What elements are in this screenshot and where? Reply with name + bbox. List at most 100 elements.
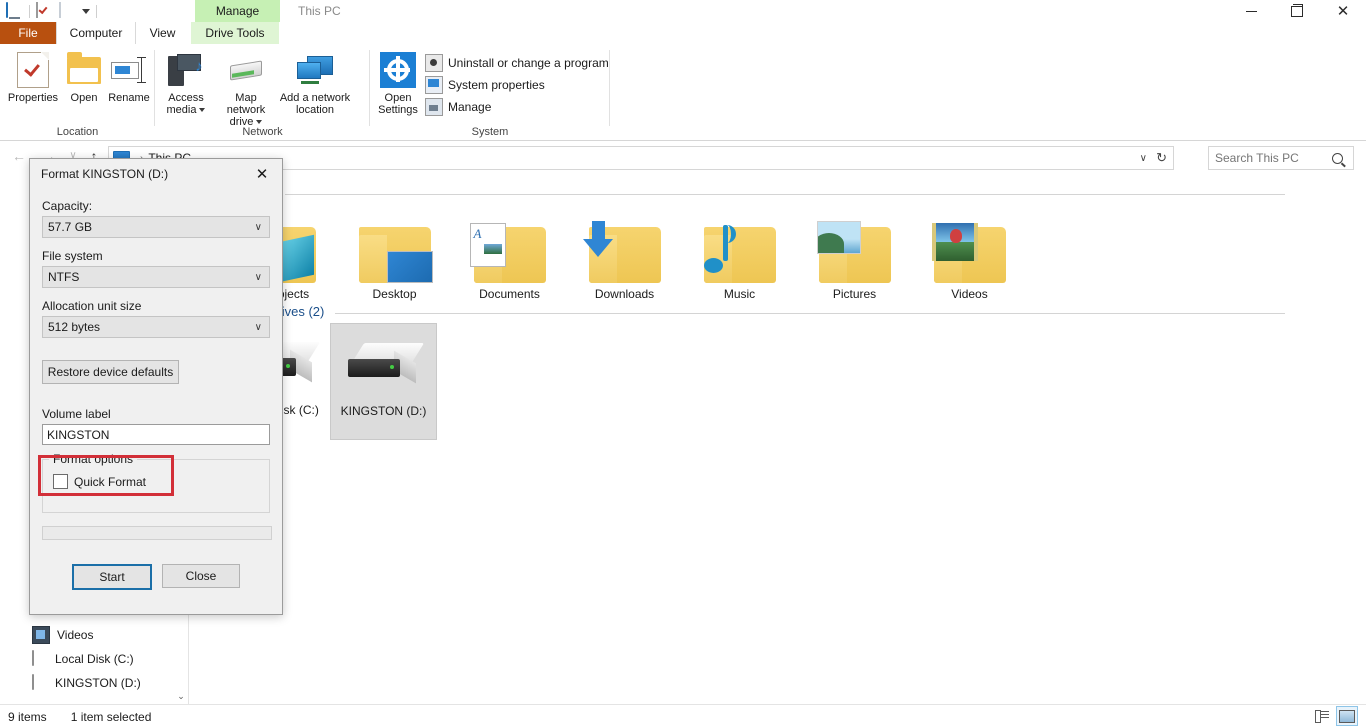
- ribbon-button-rename-label: Rename: [108, 92, 150, 104]
- capacity-value: 57.7 GB: [48, 220, 93, 234]
- back-button[interactable]: ←: [10, 147, 28, 165]
- volume-label-label: Volume label: [42, 407, 111, 421]
- ribbon-command-uninstall-program[interactable]: Uninstall or change a program: [425, 53, 609, 72]
- refresh-icon[interactable]: ↻: [1156, 150, 1167, 166]
- this-pc-icon[interactable]: [6, 2, 23, 19]
- local-disk-icon: [32, 650, 48, 667]
- dialog-close-button[interactable]: ✕: [242, 159, 282, 189]
- group-header-folders[interactable]: Folders (7): [195, 185, 1295, 200]
- settings-gear-icon: [372, 50, 424, 90]
- minimize-icon: [1245, 10, 1257, 12]
- new-folder-quick-icon[interactable]: [59, 2, 76, 19]
- restore-device-defaults-button[interactable]: Restore device defaults: [42, 360, 179, 384]
- folder-tile-music[interactable]: Music: [687, 203, 792, 301]
- customize-qat-chevron-down-icon[interactable]: [82, 8, 90, 14]
- file-list-view: Folders (7) 3D Objects Desktop Documents: [189, 171, 1366, 704]
- status-item-count: 9 items: [8, 709, 47, 724]
- search-icon[interactable]: [1332, 152, 1343, 164]
- folder-tile-pictures[interactable]: Pictures: [802, 203, 907, 301]
- file-system-select[interactable]: NTFS ∨: [42, 266, 270, 288]
- contextual-tab-row: Manage This PC: [195, 0, 341, 22]
- dialog-button-row: Start Close: [30, 564, 282, 590]
- file-system-value: NTFS: [48, 270, 80, 284]
- search-input[interactable]: Search This PC: [1209, 151, 1332, 165]
- tab-computer[interactable]: Computer: [56, 22, 136, 45]
- add-network-location-icon: [279, 50, 351, 90]
- quick-access-toolbar: [6, 2, 97, 20]
- folder-tile-documents[interactable]: Documents: [457, 203, 562, 301]
- title-bar: Manage This PC ✕: [0, 0, 1366, 22]
- ribbon-button-open-settings[interactable]: Open Settings: [372, 50, 424, 116]
- ribbon-group-location: Properties Open Rename Location: [0, 44, 155, 140]
- ribbon-button-map-drive-label: Map network drive: [215, 92, 277, 128]
- chevron-down-icon-filesystem: ∨: [254, 271, 262, 283]
- allocation-unit-value: 512 bytes: [48, 320, 101, 334]
- ribbon-button-map-network-drive[interactable]: Map network drive: [215, 50, 277, 128]
- capacity-label: Capacity:: [42, 199, 93, 213]
- downloads-folder-icon: [572, 203, 677, 283]
- folder-tile-desktop[interactable]: Desktop: [342, 203, 447, 301]
- chevron-down-icon-2[interactable]: [256, 120, 263, 125]
- maximize-button[interactable]: [1274, 0, 1320, 22]
- quick-format-highlight-annotation: [38, 455, 174, 496]
- details-view-button[interactable]: [1312, 706, 1332, 724]
- large-icons-view-button[interactable]: [1336, 706, 1358, 726]
- ribbon-group-network-label: Network: [242, 126, 283, 138]
- hard-drive-icon-2: [331, 324, 436, 404]
- nav-item-videos[interactable]: Videos: [0, 623, 192, 647]
- chevron-down-icon-capacity: ∨: [254, 221, 262, 233]
- access-media-text: Access media: [166, 92, 204, 116]
- tab-file[interactable]: File: [0, 22, 56, 44]
- group-header-drives[interactable]: Devices and drives (2): [195, 304, 1295, 319]
- system-properties-label: System properties: [448, 77, 545, 92]
- folder-label-videos: Videos: [951, 287, 988, 301]
- group-header-rule: [285, 194, 1285, 195]
- format-progress-bar: [42, 526, 272, 540]
- rename-icon: [98, 50, 160, 90]
- nav-item-kingston-d[interactable]: KINGSTON (D:): [0, 671, 192, 695]
- search-box[interactable]: Search This PC: [1208, 146, 1354, 170]
- scroll-down-arrow-icon[interactable]: ⌄: [174, 688, 188, 704]
- ribbon-command-manage[interactable]: Manage: [425, 97, 491, 116]
- format-dialog: Format KINGSTON (D:) ✕ Capacity: 57.7 GB…: [29, 158, 283, 615]
- ribbon-button-access-media[interactable]: ♪ Access media: [157, 50, 215, 116]
- volume-label-value: KINGSTON: [47, 427, 110, 442]
- chevron-down-icon[interactable]: [199, 108, 206, 113]
- manage-label: Manage: [448, 99, 492, 114]
- close-button[interactable]: ✕: [1320, 0, 1366, 22]
- allocation-unit-select[interactable]: 512 bytes ∨: [42, 316, 270, 338]
- nav-item-local-disk-label: Local Disk (C:): [55, 652, 134, 666]
- large-icons-view-icon: [1339, 709, 1355, 723]
- properties-quick-icon[interactable]: [36, 2, 53, 19]
- system-properties-icon: [425, 75, 443, 94]
- folder-label-downloads: Downloads: [594, 287, 655, 301]
- drive-tile-kingston-d[interactable]: KINGSTON (D:): [330, 323, 437, 440]
- nav-item-kingston-label: KINGSTON (D:): [55, 676, 141, 690]
- minimize-button[interactable]: [1228, 0, 1274, 22]
- capacity-select[interactable]: 57.7 GB ∨: [42, 216, 270, 238]
- chevron-down-icon-allocation: ∨: [254, 321, 262, 333]
- nav-item-local-disk-c[interactable]: Local Disk (C:): [0, 647, 192, 671]
- ribbon-command-system-properties[interactable]: System properties: [425, 75, 545, 94]
- ribbon-tab-strip: File Computer View Drive Tools ⌃ ?: [0, 22, 1366, 63]
- contextual-tab-manage[interactable]: Manage: [195, 0, 280, 22]
- ribbon-button-open-settings-label: Open Settings: [378, 92, 418, 116]
- address-chevron-down-icon[interactable]: ∨: [1140, 153, 1147, 164]
- tab-view[interactable]: View: [135, 22, 190, 44]
- folder-tile-downloads[interactable]: Downloads: [572, 203, 677, 301]
- start-button[interactable]: Start: [72, 564, 152, 590]
- maximize-icon: [1291, 3, 1303, 17]
- uninstall-program-label: Uninstall or change a program: [448, 55, 609, 70]
- desktop-folder-icon: [342, 203, 447, 283]
- folder-tile-videos[interactable]: Videos: [917, 203, 1022, 301]
- dialog-close-action-button[interactable]: Close: [162, 564, 240, 588]
- volume-label-input[interactable]: KINGSTON: [42, 424, 270, 445]
- videos-folder-icon: [917, 203, 1022, 283]
- ribbon-button-add-network-location[interactable]: Add a network location: [279, 50, 351, 116]
- window-title: This PC: [298, 4, 341, 18]
- close-icon: ✕: [1336, 2, 1350, 20]
- ribbon: Properties Open Rename Location ♪ Access…: [0, 44, 1366, 141]
- ribbon-button-rename[interactable]: Rename: [98, 50, 160, 104]
- tab-drive-tools[interactable]: Drive Tools: [191, 22, 279, 44]
- ribbon-group-network: ♪ Access media Map network drive Add a n…: [155, 44, 370, 140]
